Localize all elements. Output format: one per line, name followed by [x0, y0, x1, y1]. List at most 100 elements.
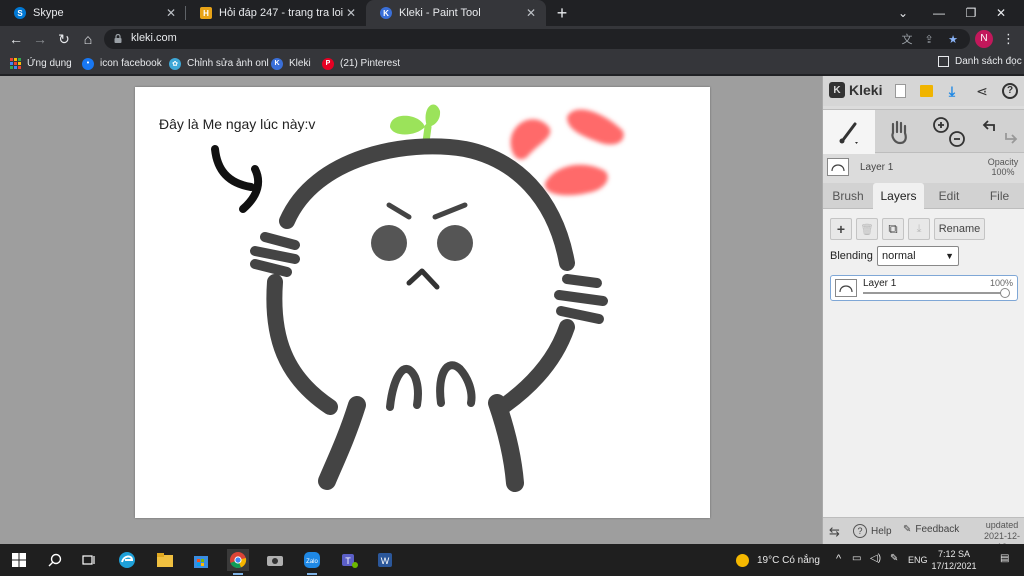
- layers-panel: + 🗑 ⧉ ⤓ Rename Blending normal ▼ Layer 1…: [823, 209, 1024, 517]
- network-icon[interactable]: ▭: [852, 553, 861, 564]
- start-button[interactable]: [8, 549, 30, 571]
- tab-skype[interactable]: S Skype ✕: [0, 0, 186, 26]
- current-layer-name: Layer 1: [860, 162, 894, 173]
- tab-layers[interactable]: Layers: [873, 183, 924, 209]
- profile-avatar[interactable]: N: [975, 30, 993, 48]
- center-arch-right: [436, 361, 476, 407]
- swap-icon: ⇆: [829, 524, 840, 539]
- share-icon[interactable]: ⋖: [973, 82, 991, 100]
- tab-file[interactable]: File: [974, 183, 1024, 209]
- weather-widget[interactable]: 19°C Có nắng: [736, 554, 820, 567]
- add-layer-button[interactable]: +: [830, 218, 852, 240]
- bookmark-label: Chỉnh sửa ảnh onl: [187, 58, 269, 69]
- help-icon[interactable]: ?: [1001, 82, 1019, 100]
- home-button[interactable]: ⌂: [79, 30, 97, 48]
- swap-side-button[interactable]: ⇆: [829, 524, 840, 540]
- duplicate-layer-button[interactable]: ⧉: [882, 218, 904, 240]
- bookmark-facebook[interactable]: • icon facebook: [82, 56, 162, 71]
- close-icon[interactable]: ✕: [526, 6, 536, 20]
- kleki-logo-icon: K: [829, 82, 845, 98]
- system-clock[interactable]: 7:12 SA 17/12/2021: [924, 548, 984, 572]
- window-close-button[interactable]: ✕: [978, 0, 1024, 26]
- forward-button[interactable]: →: [31, 30, 49, 48]
- taskbar-camera[interactable]: [264, 549, 286, 571]
- opacity-value: 100%: [991, 167, 1015, 177]
- edge-icon: [119, 552, 135, 568]
- search-button[interactable]: [44, 549, 66, 571]
- pen-icon[interactable]: ✎: [890, 553, 898, 564]
- zoom-tool[interactable]: [923, 110, 975, 154]
- reload-button[interactable]: ↻: [55, 30, 73, 48]
- brush-tool[interactable]: [823, 110, 875, 154]
- bookmark-kleki[interactable]: K Kleki: [271, 56, 311, 71]
- pinterest-icon: P: [322, 57, 334, 70]
- layer-list-item[interactable]: Layer 1 100%: [830, 275, 1018, 301]
- undo-redo-icon: [982, 120, 1018, 144]
- clock-time: 7:12 SA: [937, 549, 971, 559]
- taskbar-file-explorer[interactable]: [154, 549, 176, 571]
- notification-icon[interactable]: ▤: [1000, 553, 1009, 564]
- tab-brush[interactable]: Brush: [823, 183, 873, 209]
- address-bar[interactable]: kleki.com 文 ⇪ ★: [104, 29, 970, 49]
- svg-text:T: T: [345, 556, 351, 566]
- new-tab-button[interactable]: +: [552, 3, 572, 23]
- task-view-button[interactable]: [78, 549, 100, 571]
- reading-list[interactable]: Danh sách đọc: [938, 56, 1022, 67]
- bookmark-label: Ứng dụng: [27, 58, 72, 69]
- thumbnail-drawing: [831, 164, 845, 172]
- tray-chevron-icon[interactable]: ^: [836, 553, 841, 565]
- browser-menu-icon[interactable]: ⋮: [1002, 30, 1015, 48]
- volume-icon[interactable]: ◁): [870, 553, 881, 564]
- left-hand-stroke: [250, 232, 300, 277]
- taskbar-word[interactable]: W: [374, 549, 396, 571]
- bookmark-pinterest[interactable]: P (21) Pinterest: [322, 56, 400, 71]
- windows-logo-icon: [12, 553, 26, 567]
- blending-select[interactable]: normal ▼: [877, 246, 959, 266]
- back-button[interactable]: ←: [7, 30, 25, 48]
- layer-opacity-slider[interactable]: [863, 292, 1005, 294]
- weather-text: 19°C Có nắng: [757, 555, 820, 566]
- kleki-icon: K: [380, 7, 392, 19]
- taskbar-chrome[interactable]: [227, 549, 249, 575]
- bookmark-star-icon[interactable]: ★: [946, 33, 960, 47]
- bookmark-photo-edit[interactable]: ✿ Chỉnh sửa ảnh onl: [169, 56, 269, 71]
- hand-tool[interactable]: [875, 110, 923, 154]
- sprout-leaf-right: [425, 104, 441, 127]
- tab-hoidap[interactable]: H Hỏi đáp 247 - trang tra loi ✕: [186, 0, 366, 26]
- drawing-canvas[interactable]: Đây là Me ngay lúc này:v: [135, 87, 710, 518]
- left-eye: [371, 225, 407, 261]
- help-link[interactable]: ? Help: [853, 524, 892, 538]
- tool-row: [823, 109, 1024, 154]
- taskbar-teams[interactable]: T: [338, 549, 360, 571]
- feedback-link[interactable]: ✎ Feedback: [903, 524, 959, 535]
- taskbar-edge[interactable]: [116, 549, 138, 571]
- tab-kleki[interactable]: K Kleki - Paint Tool ✕: [366, 0, 546, 26]
- share-icon[interactable]: ⇪: [922, 33, 936, 47]
- panel-footer: ⇆ ? Help ✎ Feedback updated 2021-12-13: [823, 517, 1024, 552]
- undo-redo-tool[interactable]: [975, 110, 1024, 154]
- tab-edit[interactable]: Edit: [924, 183, 974, 209]
- canvas-area[interactable]: Đây là Me ngay lúc này:v: [0, 76, 822, 544]
- close-icon[interactable]: ✕: [166, 6, 176, 20]
- save-icon[interactable]: [917, 82, 935, 100]
- download-icon[interactable]: ⤓: [943, 82, 961, 100]
- skype-icon: S: [14, 7, 26, 19]
- bookmark-apps[interactable]: Ứng dụng: [10, 56, 72, 71]
- reading-list-icon: [938, 56, 949, 67]
- close-icon[interactable]: ✕: [346, 6, 356, 20]
- new-image-icon[interactable]: [891, 82, 909, 100]
- taskbar-zalo[interactable]: Zalo: [301, 549, 323, 575]
- drawing: [211, 104, 624, 492]
- opacity-readout: Opacity 100%: [983, 157, 1023, 177]
- kleki-logo[interactable]: K Kleki: [829, 82, 882, 98]
- delete-layer-button[interactable]: 🗑: [856, 218, 878, 240]
- rename-layer-button[interactable]: Rename: [934, 218, 985, 240]
- taskbar-store[interactable]: [190, 549, 212, 571]
- translate-icon[interactable]: 文: [900, 33, 914, 47]
- help-label: Help: [871, 525, 892, 537]
- camera-icon: [267, 556, 283, 566]
- sprout-leaf-left: [390, 115, 425, 135]
- merge-layer-button[interactable]: ⤓: [908, 218, 930, 240]
- bookmark-label: (21) Pinterest: [340, 58, 401, 69]
- opacity-slider-handle[interactable]: [1000, 288, 1010, 298]
